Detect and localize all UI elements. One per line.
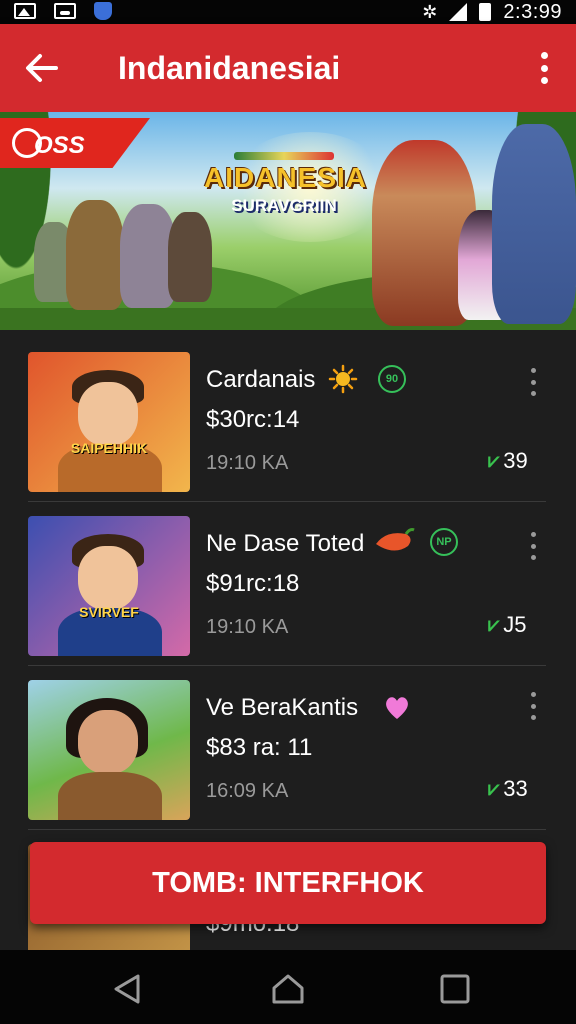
- item-price: $83 ra: 11: [206, 734, 313, 761]
- item-price: $30rc:14: [206, 406, 300, 433]
- home-icon[interactable]: [268, 972, 308, 1006]
- heart-icon: [386, 697, 408, 719]
- app-bar: Indanidanesiai: [0, 24, 576, 112]
- item-more-icon[interactable]: [528, 368, 538, 396]
- item-more-icon[interactable]: [528, 532, 538, 560]
- back-triangle-icon[interactable]: [108, 972, 148, 1006]
- pepper-icon: [376, 528, 415, 551]
- status-time: 2:3:99: [503, 0, 562, 23]
- thumbnail-label: SAIPEHHIK: [70, 440, 148, 456]
- item-title: Ve BeraKantis: [206, 694, 359, 721]
- banner-character: [66, 200, 124, 310]
- item-more-icon[interactable]: [528, 692, 538, 720]
- banner-character-monster: [492, 124, 576, 324]
- signal-icon: [449, 3, 468, 21]
- item-thumbnail: SVIRVEF: [28, 516, 190, 656]
- check-icon: ⩗: [488, 777, 500, 800]
- back-button[interactable]: [20, 46, 64, 90]
- item-time: 19:10 KA: [206, 452, 289, 474]
- featured-banner[interactable]: OSS AIDANESIA SURAVGRIIN: [0, 112, 576, 330]
- check-icon: ⩗: [488, 449, 500, 472]
- game-logo-title: AIDANESIA: [204, 162, 368, 193]
- check-icon: ⩗: [488, 613, 500, 636]
- arrow-left-icon: [26, 54, 58, 82]
- verified-badge: NP: [430, 528, 458, 556]
- system-nav-bar: [0, 950, 576, 1024]
- list-item[interactable]: SVIRVEF Ne Dase Toted NP $91rc:18 19:10 …: [0, 494, 576, 658]
- list-item[interactable]: Ve BeraKantis $83 ra: 11 16:09 KA ⩗ 33: [0, 658, 576, 822]
- page-title: Indanidanesiai: [118, 50, 341, 86]
- recents-icon[interactable]: [434, 972, 474, 1006]
- game-logo-subtitle: SURAVGRIIN: [231, 196, 337, 215]
- item-price: $91rc:18: [206, 570, 300, 597]
- item-thumbnail: SAIPEHHIK: [28, 352, 190, 492]
- primary-cta-button[interactable]: TOMB: INTERFHOK: [30, 842, 546, 924]
- app-screen: ✲ 2:3:99 Indanidanesiai OSS AIDANESIA SU…: [0, 0, 576, 1024]
- status-bar: ✲ 2:3:99: [0, 0, 576, 24]
- item-time: 19:10 KA: [206, 616, 289, 638]
- gear-icon: ✲: [422, 1, 438, 22]
- promo-ribbon: OSS: [0, 118, 150, 168]
- list-item[interactable]: SAIPEHHIK Cardanais 90 $30rc:14 19:10 KA…: [0, 330, 576, 494]
- item-count: ⩗ 33: [488, 776, 528, 801]
- item-count: ⩗ J5: [488, 612, 527, 637]
- ribbon-text: OSS: [34, 132, 85, 159]
- verified-badge: 90: [378, 365, 406, 393]
- item-time: 16:09 KA: [206, 780, 289, 802]
- item-title: Ne Dase Toted: [206, 530, 365, 557]
- shield-icon: [94, 2, 112, 20]
- thumbnail-label: SVIRVEF: [79, 604, 139, 620]
- item-thumbnail: [28, 680, 190, 820]
- item-title: Cardanais: [206, 366, 316, 393]
- game-logo: AIDANESIA SURAVGRIIN: [204, 152, 368, 216]
- gallery-icon: [14, 3, 36, 19]
- item-count: ⩗ 39: [488, 448, 528, 473]
- device-icon: [54, 3, 76, 19]
- more-vertical-icon[interactable]: [532, 48, 556, 88]
- sun-icon: [328, 364, 358, 394]
- banner-character: [168, 212, 212, 302]
- battery-icon: [479, 3, 492, 21]
